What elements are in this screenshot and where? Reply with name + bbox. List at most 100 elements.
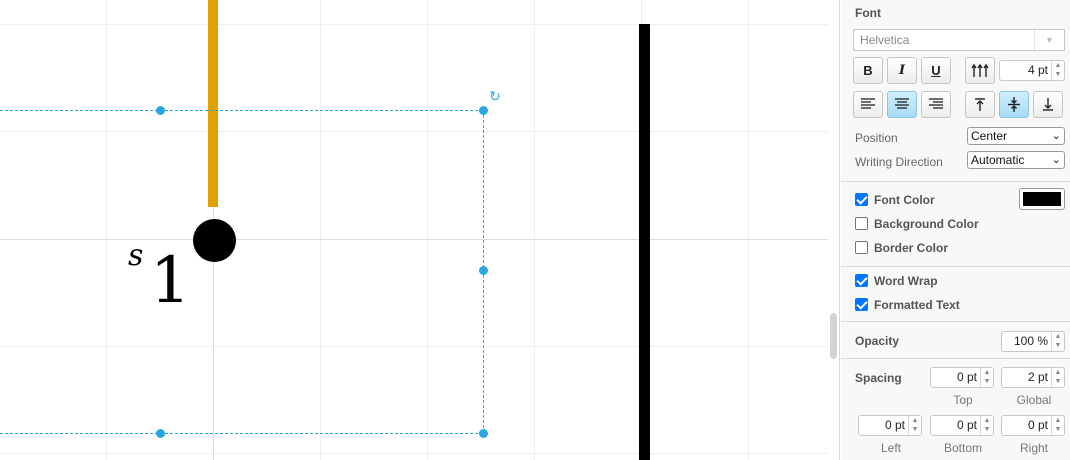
spacing-top-label: Top — [953, 393, 973, 407]
formatted-text-label: Formatted Text — [874, 298, 960, 312]
align-center-button[interactable] — [887, 91, 917, 118]
font-section-title: Font — [855, 6, 881, 20]
border-color-checkbox[interactable] — [855, 241, 868, 254]
grid-line — [320, 0, 321, 460]
spacing-global-value: 2 pt — [1027, 370, 1048, 384]
panel-splitter[interactable] — [828, 0, 840, 460]
writing-direction-label: Writing Direction — [855, 155, 943, 169]
stepper-arrows[interactable]: ▲ ▼ — [1051, 368, 1064, 387]
align-center-icon — [895, 98, 909, 109]
valign-top-button[interactable] — [965, 91, 995, 118]
resize-handle-bottom[interactable] — [156, 429, 165, 438]
black-dot-node[interactable] — [193, 219, 236, 262]
grid-line — [534, 0, 535, 460]
writing-direction-select[interactable]: Automatic ⌄ — [967, 151, 1065, 169]
bold-button[interactable]: B — [853, 57, 883, 84]
position-value: Center — [971, 129, 1008, 143]
align-right-icon — [929, 98, 943, 109]
stepper-arrows[interactable]: ▲ ▼ — [908, 416, 921, 435]
stepper-up-icon[interactable]: ▲ — [981, 416, 993, 425]
background-color-checkbox[interactable] — [855, 217, 868, 230]
font-color-label: Font Color — [874, 193, 935, 207]
position-select[interactable]: Center ⌄ — [967, 127, 1065, 145]
format-panel: Font Helvetica ▼ B I U 4 pt ▲ ▼ Position… — [841, 0, 1070, 460]
spacing-label: Spacing — [855, 371, 902, 385]
spacing-bottom-label: Bottom — [943, 441, 982, 455]
stepper-arrows[interactable]: ▲ ▼ — [1051, 61, 1064, 80]
stepper-up-icon[interactable]: ▲ — [1052, 61, 1064, 70]
stepper-up-icon[interactable]: ▲ — [1052, 368, 1064, 377]
vertical-text-button[interactable] — [965, 57, 995, 84]
underline-button[interactable]: U — [921, 57, 951, 84]
opacity-stepper[interactable]: 100 % ▲ ▼ — [1001, 331, 1065, 352]
stepper-up-icon[interactable]: ▲ — [1052, 416, 1064, 425]
valign-middle-button[interactable] — [999, 91, 1029, 118]
vertical-text-icon — [971, 63, 989, 77]
resize-handle-bottom-right[interactable] — [479, 429, 488, 438]
stepper-down-icon[interactable]: ▼ — [981, 377, 993, 386]
stepper-arrows[interactable]: ▲ ▼ — [1051, 416, 1064, 435]
stepper-arrows[interactable]: ▲ ▼ — [980, 368, 993, 387]
spacing-right-stepper[interactable]: 0 pt ▲ ▼ — [1001, 415, 1065, 436]
stepper-down-icon[interactable]: ▼ — [1052, 341, 1064, 350]
rotate-icon[interactable]: ↻ — [488, 89, 502, 103]
section-divider — [841, 358, 1070, 359]
section-divider — [841, 321, 1070, 322]
stepper-down-icon[interactable]: ▼ — [981, 425, 993, 434]
position-label: Position — [855, 131, 898, 145]
resize-handle-right[interactable] — [479, 266, 488, 275]
spacing-bottom-value: 0 pt — [956, 418, 977, 432]
align-left-button[interactable] — [853, 91, 883, 118]
grid-line — [0, 24, 828, 25]
diagram-canvas[interactable]: ↻ s 1 — [0, 0, 828, 460]
font-color-checkbox[interactable] — [855, 193, 868, 206]
formatted-text-checkbox[interactable] — [855, 298, 868, 311]
align-left-icon — [861, 98, 875, 109]
italic-button[interactable]: I — [887, 57, 917, 84]
grid-line — [0, 346, 828, 347]
grid-line — [0, 239, 828, 240]
opacity-value: 100 % — [1013, 334, 1048, 348]
grid-line — [0, 453, 828, 454]
word-wrap-checkbox[interactable] — [855, 274, 868, 287]
word-wrap-label: Word Wrap — [874, 274, 938, 288]
valign-bottom-icon — [1043, 98, 1053, 111]
spacing-top-value: 0 pt — [956, 370, 977, 384]
resize-handle-top-right[interactable] — [479, 106, 488, 115]
stepper-arrows[interactable]: ▲ ▼ — [1051, 332, 1064, 351]
font-size-value: 4 pt — [1027, 63, 1048, 77]
font-color-fill — [1023, 192, 1061, 206]
section-divider — [841, 266, 1070, 267]
stepper-down-icon[interactable]: ▼ — [1052, 70, 1064, 79]
stepper-down-icon[interactable]: ▼ — [909, 425, 921, 434]
font-family-select[interactable]: Helvetica ▼ — [853, 29, 1065, 51]
font-family-value: Helvetica — [860, 33, 910, 47]
spacing-bottom-stepper[interactable]: 0 pt ▲ ▼ — [930, 415, 994, 436]
stepper-up-icon[interactable]: ▲ — [981, 368, 993, 377]
orange-edge[interactable] — [208, 0, 218, 207]
spacing-global-label: Global — [1016, 393, 1052, 407]
splitter-grip[interactable] — [830, 313, 837, 359]
resize-handle-top[interactable] — [156, 106, 165, 115]
stepper-down-icon[interactable]: ▼ — [1052, 425, 1064, 434]
vertical-black-line[interactable] — [639, 24, 650, 460]
stepper-up-icon[interactable]: ▲ — [1052, 332, 1064, 341]
spacing-right-label: Right — [1019, 441, 1048, 455]
spacing-global-stepper[interactable]: 2 pt ▲ ▼ — [1001, 367, 1065, 388]
spacing-top-stepper[interactable]: 0 pt ▲ ▼ — [930, 367, 994, 388]
chevron-down-icon[interactable]: ▼ — [1034, 30, 1064, 50]
align-right-button[interactable] — [921, 91, 951, 118]
stepper-up-icon[interactable]: ▲ — [909, 416, 921, 425]
selection-edge-top — [0, 110, 483, 111]
spacing-left-value: 0 pt — [884, 418, 905, 432]
spacing-right-value: 0 pt — [1027, 418, 1048, 432]
valign-bottom-button[interactable] — [1033, 91, 1063, 118]
valign-middle-icon — [1008, 97, 1020, 112]
stepper-arrows[interactable]: ▲ ▼ — [980, 416, 993, 435]
label-variable: s — [128, 238, 144, 273]
spacing-left-stepper[interactable]: 0 pt ▲ ▼ — [858, 415, 922, 436]
font-color-swatch[interactable] — [1019, 188, 1065, 210]
stepper-down-icon[interactable]: ▼ — [1052, 377, 1064, 386]
grid-line — [0, 131, 828, 132]
font-size-stepper[interactable]: 4 pt ▲ ▼ — [999, 60, 1065, 81]
